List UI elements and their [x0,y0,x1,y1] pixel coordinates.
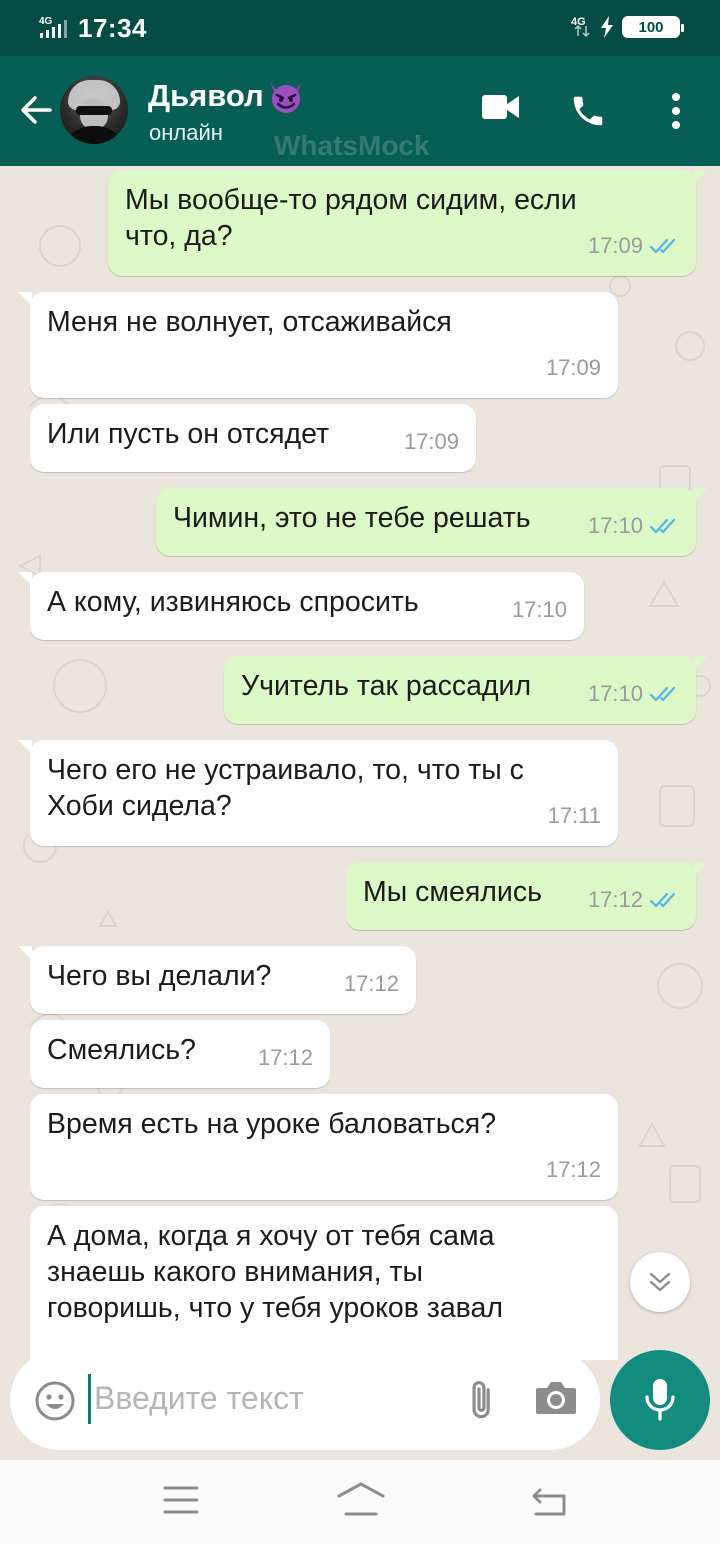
camera-icon[interactable] [534,1378,578,1423]
status-bar: 4G 17:34 4G 100 [0,0,720,56]
video-call-icon[interactable] [482,92,520,127]
chat-header: Дьявол онлайн WhatsMock [0,56,720,166]
message-meta: 17:09 [546,350,601,386]
contact-status: онлайн [149,120,223,145]
message-bubble-outgoing[interactable]: Мы вообще-то рядом сидим, если что, да? … [108,170,708,276]
message-time: 17:10 [511,597,567,622]
back-nav-icon[interactable] [530,1484,568,1523]
message-time: 17:12 [545,1157,601,1182]
double-check-icon [649,518,676,534]
message-bubble-incoming[interactable]: Или пусть он отсядет 17:09 [30,404,476,472]
message-meta: 17:12 [546,1152,601,1188]
message-time: 17:09 [545,355,601,380]
network-left-label: 4G [39,16,53,27]
message-time: 17:10 [587,513,643,538]
message-bubble-incoming[interactable]: Смеялись? 17:12 [30,1020,330,1088]
message-text: Или пусть он отсядет [47,418,330,450]
message-text: Чего его не устраивало, то, что ты с Хоб… [47,754,524,822]
network-right-icon: 4G [571,16,590,38]
message-meta: 17:12 [258,1040,313,1076]
mic-button[interactable] [610,1350,710,1450]
message-time: 17:09 [403,429,459,454]
message-meta: 17:10 [588,676,679,712]
signal-left-icon: 4G [38,14,72,45]
watermark: WhatsMock [274,130,430,161]
contact-name-row[interactable]: Дьявол [148,78,306,114]
text-cursor [88,1374,91,1424]
menu-nav-icon[interactable] [162,1484,200,1521]
message-bubble-incoming[interactable]: Время есть на уроке баловаться? 17:12 [30,1094,618,1200]
double-check-icon [649,686,676,702]
message-time: 17:11 [547,803,601,828]
message-time: 17:10 [587,681,643,706]
back-arrow-icon[interactable] [18,92,54,128]
mic-icon [645,1379,675,1421]
message-meta: 17:10 [588,508,679,544]
message-meta: 17:09 [404,424,459,460]
double-check-icon [649,238,676,254]
chat-area[interactable]: Мы вообще-то рядом сидим, если что, да? … [0,166,720,1360]
contact-avatar[interactable] [60,76,128,144]
message-bubble-outgoing[interactable]: Чимин, это не тебе решать 17:10 [156,488,708,556]
message-bubble-incoming[interactable]: А дома, когда я хочу от тебя сама знаешь… [30,1206,618,1360]
more-vert-icon[interactable] [668,92,684,135]
system-nav-bar [0,1460,720,1544]
message-input[interactable]: Введите текст [10,1350,600,1450]
message-bubble-incoming[interactable]: Чего его не устраивало, то, что ты с Хоб… [18,740,618,846]
battery-indicator: 100 [622,16,684,38]
double-check-icon [649,892,676,908]
message-text: А кому, извиняюсь спросить [47,586,419,618]
attach-icon[interactable] [456,1376,502,1427]
home-nav-icon[interactable] [336,1480,386,1523]
message-meta: 17:11 [548,798,601,834]
message-time: 17:12 [343,971,399,996]
message-time: 17:12 [587,887,643,912]
charging-icon [601,16,613,38]
message-text: Время есть на уроке баловаться? [47,1108,497,1140]
message-time: 17:12 [257,1045,313,1070]
message-meta: 17:10 [512,592,567,628]
message-meta: 17:12 [588,882,679,918]
message-meta: 17:09 [588,228,679,264]
message-text: Меня не волнует, отсаживайся [47,306,452,338]
input-placeholder: Введите текст [94,1380,304,1416]
phone-icon[interactable] [569,92,607,135]
message-bubble-outgoing[interactable]: Мы смеялись 17:12 [346,862,708,930]
message-bubble-incoming[interactable]: Меня не волнует, отсаживайся 17:09 [18,292,618,398]
message-bubble-outgoing[interactable]: Учитель так рассадил 17:10 [224,656,708,724]
message-bubble-incoming[interactable]: Чего вы делали? 17:12 [18,946,416,1014]
message-bubble-incoming[interactable]: А кому, извиняюсь спросить 17:10 [18,572,584,640]
scroll-down-icon[interactable] [630,1252,690,1312]
message-text: А дома, когда я хочу от тебя сама знаешь… [47,1220,503,1324]
devil-emoji-icon [269,82,302,113]
message-time: 17:09 [587,233,643,258]
contact-name: Дьявол [148,78,264,113]
message-meta: 17:12 [344,966,399,1002]
status-right: 4G 100 [570,14,684,40]
emoji-icon[interactable] [34,1380,76,1427]
status-time: 17:34 [78,13,147,43]
input-bar: Введите текст [0,1350,720,1460]
